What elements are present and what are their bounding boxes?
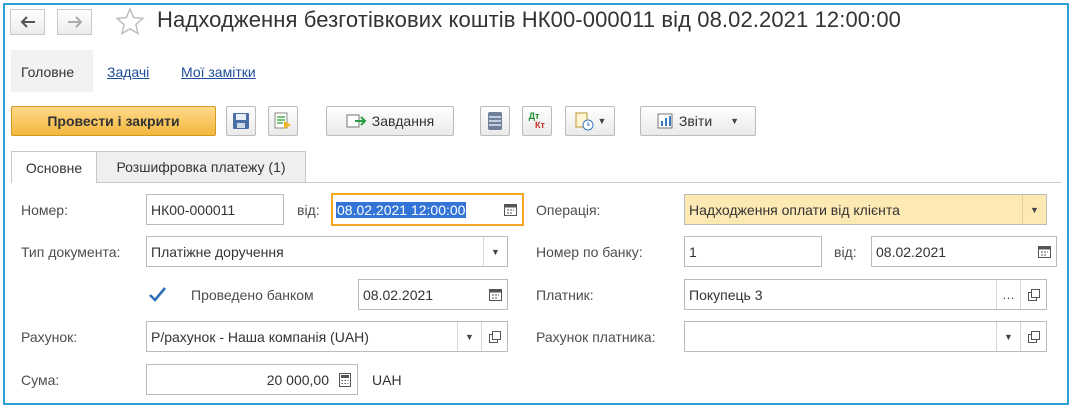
dt-kt-button[interactable]: Дт Кт <box>522 106 552 136</box>
calendar-button[interactable] <box>483 280 507 309</box>
reports-icon <box>657 113 673 129</box>
calendar-button[interactable] <box>1032 237 1056 266</box>
chevron-down-icon[interactable]: ▼ <box>457 322 481 351</box>
favorite-button[interactable] <box>115 7 145 40</box>
currency-label: UAH <box>372 372 402 388</box>
tab-main-label: Основне <box>25 159 83 176</box>
post-and-close-label: Провести і закрити <box>47 113 180 129</box>
doc-type-label: Тип документа: <box>21 244 121 260</box>
account-label: Рахунок: <box>21 329 78 345</box>
section-notes-link[interactable]: Мої замітки <box>181 64 256 80</box>
chevron-down-icon[interactable]: ▼ <box>1022 195 1046 224</box>
open-button[interactable] <box>1020 280 1046 309</box>
document-clock-icon <box>575 112 594 131</box>
date-from-label: від: <box>297 202 320 218</box>
task-button[interactable]: Завдання <box>326 106 454 136</box>
open-external-icon <box>1027 330 1040 343</box>
checkmark-icon <box>149 287 166 302</box>
open-button[interactable] <box>1020 322 1046 351</box>
calendar-icon <box>503 204 517 216</box>
save-icon <box>233 113 249 129</box>
reports-button[interactable]: Звіти ▼ <box>640 106 756 136</box>
account-select[interactable]: Р/рахунок - Наша компанія (UAH) ▼ <box>146 321 508 352</box>
sum-value: 20 000,00 <box>266 371 329 388</box>
bank-date-field[interactable]: 08.02.2021 <box>871 236 1057 267</box>
posted-by-bank-checkbox[interactable] <box>146 284 168 306</box>
task-label: Завдання <box>371 113 435 129</box>
posted-date-field[interactable]: 08.02.2021 <box>358 279 508 310</box>
journal-button[interactable] <box>480 106 510 136</box>
payer-account-label: Рахунок платника: <box>536 329 656 345</box>
calendar-icon <box>488 289 502 301</box>
tab-payment-details-label: Розшифровка платежу (1) <box>116 159 286 175</box>
open-external-icon <box>1027 288 1040 301</box>
kt-label: Кт <box>535 120 545 130</box>
open-external-icon <box>488 330 501 343</box>
calculator-button[interactable] <box>333 365 357 394</box>
calendar-button[interactable] <box>498 195 522 224</box>
number-label: Номер: <box>21 202 68 218</box>
database-icon <box>488 112 502 130</box>
posted-date-value: 08.02.2021 <box>363 286 434 303</box>
arrow-left-icon <box>20 16 35 28</box>
bank-date-value: 08.02.2021 <box>876 243 947 260</box>
chevron-down-icon[interactable]: ▼ <box>483 237 507 266</box>
payer-value: Покупець 3 <box>689 286 763 303</box>
forward-button[interactable] <box>57 9 92 35</box>
tab-divider <box>11 182 1061 183</box>
chevron-down-icon: ▼ <box>597 116 607 126</box>
payer-label: Платник: <box>536 287 594 303</box>
payer-field[interactable]: Покупець 3 … <box>684 279 1047 310</box>
post-button[interactable] <box>268 106 298 136</box>
sum-label: Сума: <box>21 372 60 388</box>
bank-number-field[interactable]: 1 <box>684 236 822 267</box>
open-button[interactable] <box>481 322 507 351</box>
page-title: Надходження безготівкових коштів НК00-00… <box>157 7 902 32</box>
create-based-on-button[interactable]: ▼ <box>565 106 615 136</box>
sum-field[interactable]: 20 000,00 <box>146 364 358 395</box>
bank-number-value: 1 <box>689 243 697 260</box>
task-icon <box>346 114 367 128</box>
calendar-icon <box>1037 246 1051 258</box>
post-document-icon <box>274 112 291 129</box>
doc-type-value: Платіжне доручення <box>151 243 284 260</box>
section-tasks-link[interactable]: Задачі <box>107 64 149 80</box>
select-button[interactable]: … <box>996 280 1020 309</box>
back-button[interactable] <box>10 9 45 35</box>
payer-account-select[interactable]: ▼ <box>684 321 1047 352</box>
section-main-label[interactable]: Головне <box>21 64 74 80</box>
chevron-down-icon[interactable]: ▼ <box>996 322 1020 351</box>
account-value: Р/рахунок - Наша компанія (UAH) <box>151 328 369 345</box>
operation-label: Операція: <box>536 202 601 218</box>
doc-type-select[interactable]: Платіжне доручення ▼ <box>146 236 508 267</box>
arrow-right-icon <box>67 16 82 28</box>
reports-label: Звіти <box>678 113 713 129</box>
bank-number-label: Номер по банку: <box>536 244 643 260</box>
chevron-down-icon: ▼ <box>730 116 740 126</box>
operation-select[interactable]: Надходження оплати від клієнта ▼ <box>684 194 1047 225</box>
date-value: 08.02.2021 12:00:00 <box>336 201 467 218</box>
operation-value: Надходження оплати від клієнта <box>689 201 900 218</box>
calculator-icon <box>339 372 351 387</box>
bank-date-from-label: від: <box>834 244 857 260</box>
number-field[interactable]: НК00-000011 <box>146 194 284 225</box>
posted-by-bank-label: Проведено банком <box>191 287 314 303</box>
save-button[interactable] <box>226 106 256 136</box>
star-icon <box>115 7 145 36</box>
number-value: НК00-000011 <box>151 201 236 218</box>
tab-payment-details[interactable]: Розшифровка платежу (1) <box>96 151 306 182</box>
post-and-close-button[interactable]: Провести і закрити <box>11 106 216 136</box>
tab-main[interactable]: Основне <box>11 151 97 183</box>
date-field[interactable]: 08.02.2021 12:00:00 <box>331 193 524 226</box>
